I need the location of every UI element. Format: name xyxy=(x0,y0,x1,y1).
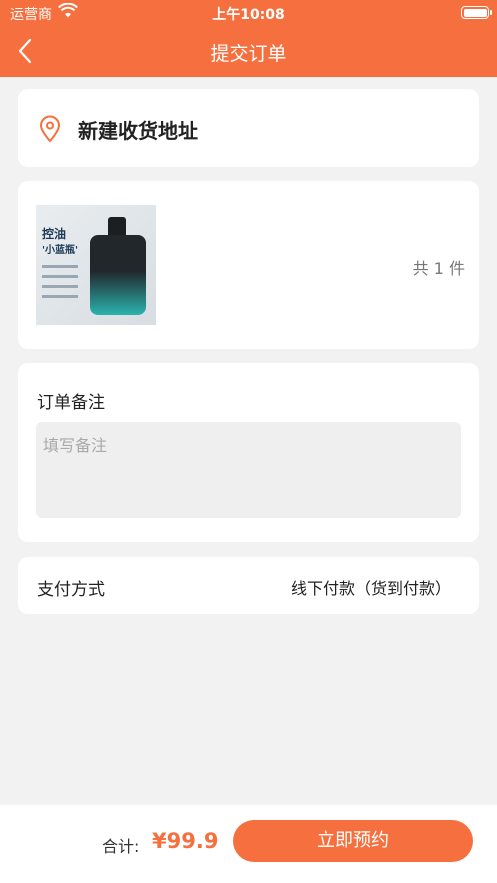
goods-card: 控油 '小蓝瓶' 共 1 件 xyxy=(18,181,479,349)
page-title: 提交订单 xyxy=(210,43,287,65)
product-image-subtext: '小蓝瓶' xyxy=(42,245,79,256)
header-bar: 运营商 上午10:08 提交订单 xyxy=(0,0,497,77)
status-time: 上午10:08 xyxy=(212,7,285,23)
payment-value: 线下付款（货到付款） xyxy=(290,579,451,598)
location-pin-icon xyxy=(38,115,62,147)
status-bar: 运营商 上午10:08 xyxy=(0,0,497,26)
product-bottle xyxy=(90,235,146,315)
remark-label: 订单备注 xyxy=(37,393,105,413)
item-count: 共 1 件 xyxy=(412,259,465,278)
product-image-text: 控油 xyxy=(42,227,67,241)
product-thumbnail[interactable]: 控油 '小蓝瓶' xyxy=(36,205,156,325)
battery-icon xyxy=(461,6,492,19)
payment-method-row[interactable]: 支付方式 线下付款（货到付款） xyxy=(18,557,479,614)
order-remark-card: 订单备注 xyxy=(18,363,479,542)
new-address-label: 新建收货地址 xyxy=(78,119,198,143)
book-now-button[interactable]: 立即预约 xyxy=(233,820,473,862)
payment-label: 支付方式 xyxy=(37,580,105,600)
product-image-lines xyxy=(42,265,82,305)
bottom-bar: 合计: ¥99.9 立即预约 xyxy=(0,805,497,883)
remark-input[interactable] xyxy=(36,422,461,518)
total-amount: ¥99.9 xyxy=(152,829,219,853)
nav-bar: 提交订单 xyxy=(0,26,497,77)
new-address-card[interactable]: 新建收货地址 xyxy=(18,89,479,167)
total-label: 合计: xyxy=(102,837,140,856)
